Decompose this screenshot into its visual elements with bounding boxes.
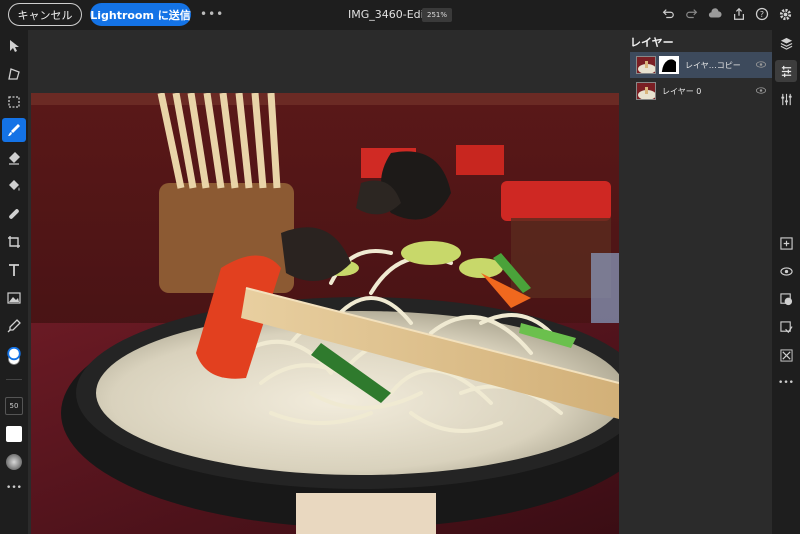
visibility-eye-icon[interactable] [756, 60, 768, 70]
help-icon[interactable]: ? [754, 6, 770, 22]
visibility-eye-icon[interactable] [756, 86, 768, 96]
layer-properties-icon[interactable] [775, 60, 797, 82]
layer-name: レイヤ…コピー [685, 60, 741, 70]
clear-mask-icon[interactable] [775, 344, 797, 366]
eyedropper-icon[interactable] [2, 314, 26, 338]
layer-row-copy[interactable]: レイヤ…コピー [630, 52, 772, 78]
color-swatch-icon[interactable] [2, 344, 26, 368]
document-image[interactable] [31, 93, 619, 534]
zoom-level[interactable]: 251% [422, 8, 452, 22]
brush-tool-icon[interactable] [2, 118, 26, 142]
healing-brush-icon[interactable] [2, 202, 26, 226]
toolbar-divider [6, 379, 22, 380]
more-layer-actions-icon[interactable]: ••• [775, 372, 797, 394]
brush-hardness-swatch[interactable] [2, 422, 26, 446]
move-tool-icon[interactable] [2, 34, 26, 58]
top-bar: キャンセル Lightroom に送信 ••• IMG_3460-Edit * … [0, 0, 800, 30]
undo-icon[interactable] [660, 6, 676, 22]
fill-bucket-icon[interactable] [2, 174, 26, 198]
transform-tool-icon[interactable] [2, 62, 26, 86]
layer-mask-thumbnail[interactable] [659, 56, 679, 74]
visibility-eye-icon[interactable] [775, 260, 797, 282]
layer-name: レイヤー 0 [662, 86, 702, 96]
cancel-button[interactable]: キャンセル [8, 3, 82, 26]
svg-text:?: ? [760, 10, 764, 19]
more-tools-icon[interactable]: ••• [2, 476, 26, 500]
layer-row-0[interactable]: レイヤー 0 [630, 78, 772, 104]
layers-panel-title: レイヤー [630, 36, 674, 49]
redo-icon[interactable] [684, 6, 700, 22]
layer-thumbnail [636, 56, 656, 74]
right-toolbar: ••• [772, 30, 800, 534]
settings-gear-icon[interactable] [777, 6, 793, 22]
marquee-select-icon[interactable] [2, 90, 26, 114]
crop-tool-icon[interactable] [2, 230, 26, 254]
fill-mask-icon[interactable] [775, 316, 797, 338]
layers-panel: レイヤー レイヤ…コピー レイヤー 0 [621, 30, 772, 534]
share-icon[interactable] [731, 6, 747, 22]
eraser-tool-icon[interactable] [2, 146, 26, 170]
type-tool-icon[interactable] [2, 258, 26, 282]
add-layer-icon[interactable] [775, 232, 797, 254]
brush-size-value[interactable]: 50 [5, 397, 23, 415]
cloud-icon[interactable] [707, 6, 723, 22]
more-options-icon[interactable]: ••• [200, 7, 224, 21]
place-image-icon[interactable] [2, 286, 26, 310]
layer-mask-icon[interactable] [775, 288, 797, 310]
send-to-lightroom-button[interactable]: Lightroom に送信 [90, 3, 191, 26]
layer-thumbnail [636, 82, 656, 100]
adjustments-sliders-icon[interactable] [775, 88, 797, 110]
left-toolbar: 50 ••• [0, 30, 28, 534]
brush-softness-icon[interactable] [2, 450, 26, 474]
layers-stack-icon[interactable] [775, 32, 797, 54]
